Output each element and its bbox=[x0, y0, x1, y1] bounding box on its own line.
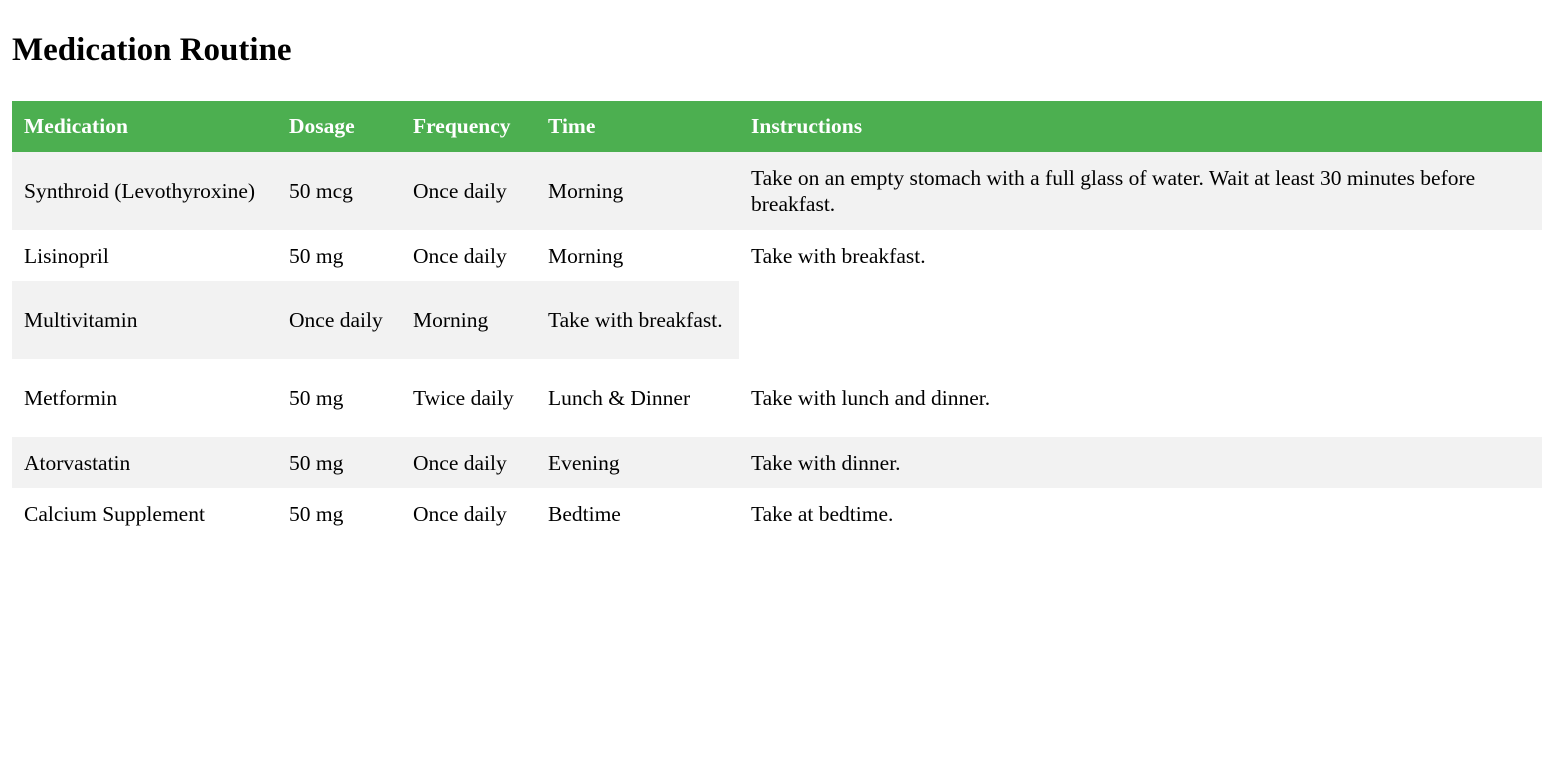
medication-cell: Synthroid (Levothyroxine) bbox=[12, 152, 277, 230]
dosage-cell: 50 mg bbox=[277, 437, 401, 488]
medication-cell: Atorvastatin bbox=[12, 437, 277, 488]
table-row: Multivitamin Once daily Morning Take wit… bbox=[12, 281, 1542, 359]
table-row: Atorvastatin 50 mg Once daily Evening Ta… bbox=[12, 437, 1542, 488]
empty-cell bbox=[739, 281, 1542, 359]
dosage-cell: 50 mg bbox=[289, 386, 344, 410]
column-header-medication: Medication bbox=[12, 101, 277, 152]
table-row: Metformin 50 mg Twice daily Lunch & Dinn… bbox=[12, 359, 1542, 437]
dosage-cell: 50 mg bbox=[289, 501, 344, 526]
table-row: Calcium Supplement 50 mg Once daily Bedt… bbox=[12, 488, 1542, 539]
page-title: Medication Routine bbox=[12, 32, 292, 68]
column-header-time: Time bbox=[536, 101, 739, 152]
medication-cell: Multivitamin bbox=[12, 281, 277, 359]
frequency-cell: Once daily bbox=[413, 501, 507, 526]
frequency-cell: Morning bbox=[401, 281, 536, 359]
time-cell: Evening bbox=[536, 437, 739, 488]
frequency-cell: Once daily bbox=[401, 437, 536, 488]
instructions-cell: Take on an empty stomach with a full gla… bbox=[739, 152, 1542, 230]
medication-cell: Calcium Supplement bbox=[24, 501, 205, 526]
frequency-cell: Twice daily bbox=[413, 386, 514, 410]
medication-cell: Metformin bbox=[24, 386, 118, 410]
dosage-cell: Once daily bbox=[277, 281, 401, 359]
frequency-cell: Once daily bbox=[401, 152, 536, 230]
page: Medication Routine Medication Dosage Fre… bbox=[0, 0, 1554, 539]
column-header-frequency: Frequency bbox=[401, 101, 536, 152]
dosage-cell: 50 mg bbox=[289, 243, 344, 268]
table-row: Lisinopril 50 mg Once daily Morning Take… bbox=[12, 230, 1542, 281]
frequency-cell: Once daily bbox=[413, 243, 507, 268]
time-cell: Bedtime bbox=[548, 501, 621, 526]
instructions-cell: Take with lunch and dinner. bbox=[751, 386, 991, 410]
table-header-row: Medication Dosage Frequency Time Instruc… bbox=[12, 101, 1542, 152]
medication-table: Medication Dosage Frequency Time Instruc… bbox=[12, 101, 1542, 539]
time-cell: Morning bbox=[536, 152, 739, 230]
table-row: Synthroid (Levothyroxine) 50 mcg Once da… bbox=[12, 152, 1542, 230]
time-cell: Take with breakfast. bbox=[536, 281, 739, 359]
column-header-dosage: Dosage bbox=[277, 101, 401, 152]
medication-cell: Lisinopril bbox=[24, 243, 109, 268]
dosage-cell: 50 mcg bbox=[277, 152, 401, 230]
time-cell: Morning bbox=[548, 243, 624, 268]
instructions-cell: Take with breakfast. bbox=[751, 243, 926, 268]
time-cell: Lunch & Dinner bbox=[548, 386, 691, 410]
column-header-instructions: Instructions bbox=[739, 101, 1542, 152]
instructions-cell: Take with dinner. bbox=[739, 437, 1542, 488]
instructions-cell: Take at bedtime. bbox=[751, 501, 894, 526]
